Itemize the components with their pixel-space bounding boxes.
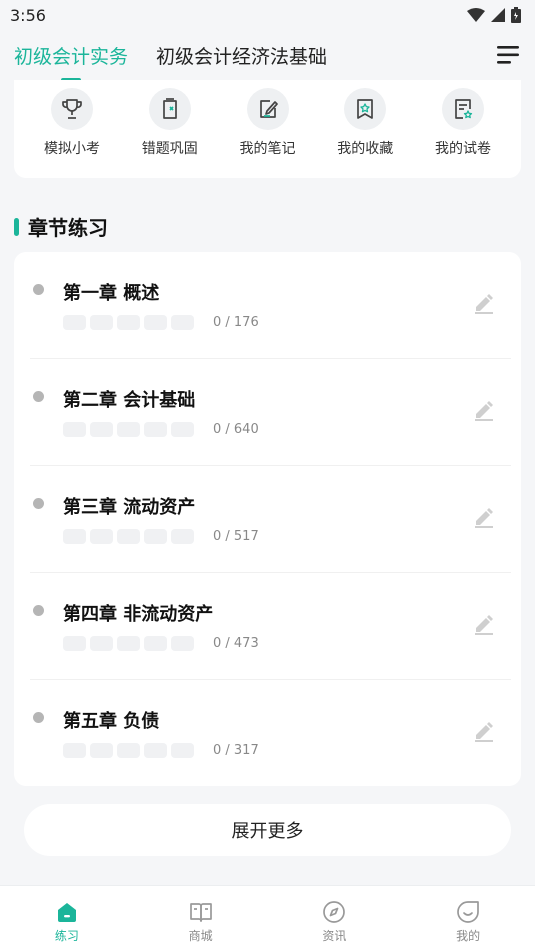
nav-shop[interactable]: 商城 bbox=[134, 886, 267, 951]
wrong-questions-button[interactable]: 错题巩固 bbox=[132, 88, 208, 178]
my-notes-button[interactable]: 我的笔记 bbox=[230, 88, 306, 178]
nav-news[interactable]: 资讯 bbox=[268, 886, 401, 951]
progress-segment bbox=[63, 529, 86, 544]
chapter-item[interactable]: 第一章 概述 0 / 176 bbox=[30, 252, 511, 359]
progress-segment bbox=[63, 315, 86, 330]
progress-segment bbox=[144, 636, 167, 651]
chapter-bullet bbox=[33, 284, 44, 295]
my-favorites-label: 我的收藏 bbox=[337, 141, 394, 157]
chapter-title: 第四章 非流动资产 bbox=[63, 604, 214, 625]
progress-segment bbox=[144, 422, 167, 437]
favorite-icon bbox=[344, 88, 387, 130]
chapter-title: 第三章 流动资产 bbox=[63, 497, 196, 518]
chapter-progress: 0 / 176 bbox=[63, 315, 259, 330]
pencil-icon[interactable] bbox=[473, 292, 495, 314]
nav-profile-label: 我的 bbox=[456, 929, 481, 943]
trophy-icon bbox=[51, 88, 93, 130]
chapter-list: 第一章 概述 0 / 176 第二章 会计基础 0 / 640 第三章 流动资产… bbox=[14, 252, 521, 786]
my-favorites-button[interactable]: 我的收藏 bbox=[327, 88, 403, 178]
pencil-icon[interactable] bbox=[473, 720, 495, 742]
progress-segment bbox=[63, 636, 86, 651]
progress-segment bbox=[90, 529, 113, 544]
pencil-icon[interactable] bbox=[473, 613, 495, 635]
progress-segment bbox=[144, 743, 167, 758]
pencil-icon[interactable] bbox=[473, 399, 495, 421]
chapter-title: 第五章 负债 bbox=[63, 711, 160, 732]
progress-segment bbox=[171, 743, 194, 758]
chapter-progress: 0 / 517 bbox=[63, 529, 259, 544]
progress-segment bbox=[117, 743, 140, 758]
book-icon bbox=[189, 903, 212, 922]
progress-segment bbox=[63, 422, 86, 437]
signal-icon bbox=[491, 8, 505, 22]
nav-practice-label: 练习 bbox=[54, 929, 79, 943]
section-title-text: 章节练习 bbox=[28, 216, 108, 240]
progress-segment bbox=[171, 636, 194, 651]
subject-tabs: 初级会计实务 初级会计经济法基础 bbox=[0, 30, 535, 80]
chapter-item[interactable]: 第五章 负债 0 / 317 bbox=[30, 680, 511, 787]
progress-segment bbox=[171, 529, 194, 544]
pencil-icon[interactable] bbox=[473, 506, 495, 528]
section-accent-bar bbox=[14, 217, 19, 236]
my-papers-label: 我的试卷 bbox=[435, 141, 491, 157]
chapter-bullet bbox=[33, 498, 44, 509]
status-time: 3:56 bbox=[10, 5, 46, 25]
chapter-progress: 0 / 473 bbox=[63, 636, 259, 651]
progress-segment bbox=[117, 529, 140, 544]
my-papers-button[interactable]: 我的试卷 bbox=[425, 88, 501, 178]
progress-segment bbox=[90, 743, 113, 758]
tab-economic-law[interactable]: 初级会计经济法基础 bbox=[156, 42, 327, 69]
chapter-title: 第一章 概述 bbox=[63, 283, 160, 304]
compass-icon bbox=[323, 901, 346, 923]
chapter-progress: 0 / 317 bbox=[63, 743, 259, 758]
wrong-questions-label: 错题巩固 bbox=[141, 141, 198, 157]
smile-icon bbox=[457, 901, 479, 923]
progress-segment bbox=[144, 315, 167, 330]
bottom-nav: 练习 商城 资讯 我的 bbox=[0, 885, 535, 951]
mock-exam-label: 模拟小考 bbox=[44, 141, 100, 157]
chapter-bullet bbox=[33, 605, 44, 616]
progress-count: 0 / 176 bbox=[213, 315, 259, 330]
progress-segment bbox=[63, 743, 86, 758]
tab-accounting-practice[interactable]: 初级会计实务 bbox=[14, 42, 128, 69]
chapter-item[interactable]: 第三章 流动资产 0 / 517 bbox=[30, 466, 511, 573]
battery-icon bbox=[511, 7, 521, 23]
chapter-progress: 0 / 640 bbox=[63, 422, 259, 437]
status-bar: 3:56 bbox=[0, 0, 535, 30]
progress-segment bbox=[117, 636, 140, 651]
section-title: 章节练习 bbox=[14, 212, 108, 241]
nav-news-label: 资讯 bbox=[322, 929, 347, 943]
nav-shop-label: 商城 bbox=[188, 929, 213, 943]
nav-profile[interactable]: 我的 bbox=[402, 886, 535, 951]
chapter-item[interactable]: 第二章 会计基础 0 / 640 bbox=[30, 359, 511, 466]
chapter-item[interactable]: 第四章 非流动资产 0 / 473 bbox=[30, 573, 511, 680]
progress-segment bbox=[117, 315, 140, 330]
quick-actions-card: 模拟小考 错题巩固 我的笔记 我的收藏 我的试卷 bbox=[14, 80, 521, 178]
chapter-bullet bbox=[33, 712, 44, 723]
paper-icon bbox=[442, 88, 484, 130]
note-icon bbox=[246, 88, 289, 130]
status-icons bbox=[467, 7, 521, 23]
progress-segment bbox=[90, 636, 113, 651]
wifi-icon bbox=[467, 8, 485, 22]
my-notes-label: 我的笔记 bbox=[239, 141, 296, 157]
mock-exam-button[interactable]: 模拟小考 bbox=[34, 88, 110, 178]
progress-segment bbox=[144, 529, 167, 544]
progress-segment bbox=[90, 315, 113, 330]
progress-count: 0 / 517 bbox=[213, 529, 259, 544]
progress-count: 0 / 317 bbox=[213, 743, 259, 758]
progress-segment bbox=[171, 315, 194, 330]
chapter-bullet bbox=[33, 391, 44, 402]
expand-more-button[interactable]: 展开更多 bbox=[24, 804, 511, 856]
progress-segment bbox=[117, 422, 140, 437]
wrong-question-icon bbox=[148, 88, 191, 130]
progress-count: 0 / 640 bbox=[213, 422, 259, 437]
progress-count: 0 / 473 bbox=[213, 636, 259, 651]
menu-icon[interactable] bbox=[497, 44, 521, 66]
progress-segment bbox=[171, 422, 194, 437]
chapter-title: 第二章 会计基础 bbox=[63, 390, 196, 411]
nav-practice[interactable]: 练习 bbox=[0, 886, 133, 951]
home-icon bbox=[57, 903, 76, 922]
progress-segment bbox=[90, 422, 113, 437]
